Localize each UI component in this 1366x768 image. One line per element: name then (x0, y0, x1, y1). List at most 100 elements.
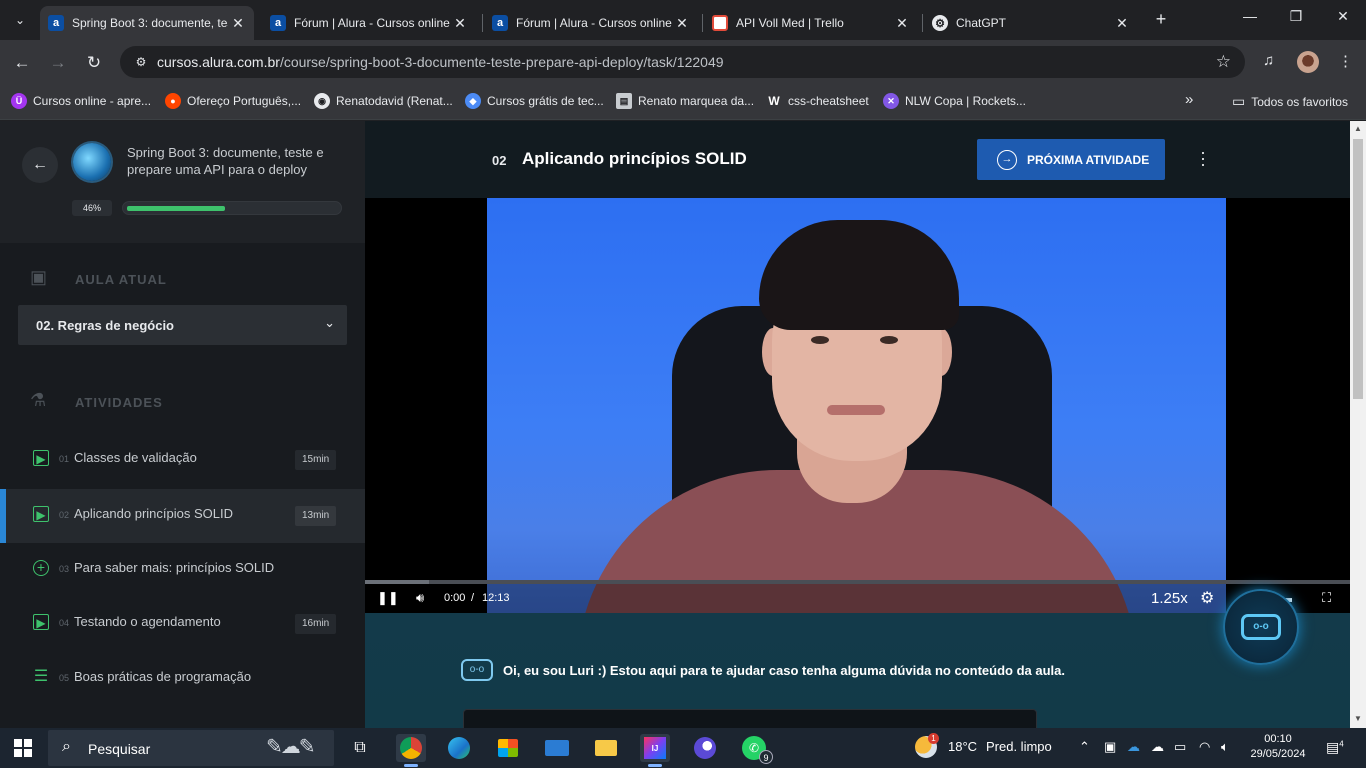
task-view-icon[interactable]: ⧉ (345, 734, 375, 762)
udemy-icon: Ü (11, 93, 27, 109)
activity-item[interactable]: ▶ 04 Testando o agendamento 16min (0, 597, 365, 651)
onedrive-icon[interactable]: ☁ (1127, 739, 1140, 755)
tab-spring-boot[interactable]: a Spring Boot 3: documente, teste e ✕ (40, 6, 254, 40)
presenter-eye (811, 336, 829, 344)
close-window-icon[interactable]: ✕ (1331, 8, 1355, 25)
current-lesson-label: AULA ATUAL (75, 272, 167, 287)
course-title[interactable]: Spring Boot 3: documente, teste e prepar… (127, 144, 337, 178)
back-icon[interactable]: ← (11, 52, 33, 74)
volume-icon[interactable]: 🔊︎ (416, 590, 424, 606)
page-content: ← Spring Boot 3: documente, teste e prep… (0, 121, 1350, 728)
mail-icon[interactable] (542, 734, 572, 762)
bookmark-item[interactable]: ◆ Cursos grátis de tec... (465, 93, 604, 109)
bookmark-star-icon[interactable]: ☆ (1216, 52, 1231, 72)
tab-forum-1[interactable]: a Fórum | Alura - Cursos online de ✕ (262, 6, 476, 40)
cloud-icon[interactable]: ☁ (1151, 739, 1164, 755)
chevron-up-icon[interactable]: ⌃ (1079, 739, 1090, 755)
activity-item[interactable]: ▶ 01 Classes de validação 15min (0, 433, 365, 487)
site-info-icon[interactable]: ⚙ (132, 53, 150, 71)
scroll-thumb[interactable] (1353, 139, 1363, 399)
whatsapp-icon[interactable]: ✆ 9 (739, 734, 773, 764)
url-text[interactable]: cursos.alura.com.br/course/spring-boot-3… (157, 54, 724, 70)
new-tab-button[interactable]: + (1150, 9, 1172, 30)
close-tab-icon[interactable]: ✕ (228, 15, 248, 32)
windows-start-icon[interactable] (14, 739, 32, 757)
file-explorer-icon[interactable] (591, 734, 621, 762)
activity-item-active[interactable]: ▶ 02 Aplicando princípios SOLID 13min (0, 489, 365, 543)
avatar[interactable] (1297, 51, 1319, 73)
intellij-icon[interactable]: IJ (640, 734, 670, 767)
weather-alert-badge: 1 (928, 733, 939, 744)
forward-icon[interactable]: → (47, 52, 69, 74)
fullscreen-icon[interactable]: ⛶ (1322, 590, 1331, 606)
store-icon[interactable] (493, 734, 523, 762)
settings-gear-icon[interactable]: ⚙ (1200, 588, 1214, 608)
drop-icon: ◆ (465, 93, 481, 109)
book-icon: ▣ (30, 267, 48, 287)
bookmark-item[interactable]: ◉ Renatodavid (Renat... (314, 93, 453, 109)
notification-icon[interactable]: ▤4 (1326, 739, 1344, 756)
minimize-icon[interactable]: — (1238, 8, 1262, 24)
app-orb-icon[interactable] (690, 734, 720, 762)
tab-trello[interactable]: API Voll Med | Trello ✕ (704, 6, 918, 40)
chevron-down-icon: ⌄ (324, 315, 335, 330)
address-bar[interactable]: ⚙ cursos.alura.com.br/course/spring-boot… (120, 46, 1245, 78)
bookmark-item[interactable]: Wcss-cheatsheet (766, 93, 868, 109)
tab-search-button[interactable]: ⌄ (8, 8, 32, 32)
bookmark-item[interactable]: ▤ Renato marquea da... (616, 93, 754, 109)
alura-icon: a (48, 15, 64, 31)
tab-strip: ⌄ a Spring Boot 3: documente, teste e ✕ … (0, 0, 1366, 40)
close-tab-icon[interactable]: ✕ (672, 15, 692, 32)
back-to-course-button[interactable]: ← (22, 147, 58, 183)
next-activity-button[interactable]: → PRÓXIMA ATIVIDADE (977, 139, 1165, 180)
media-control-icon[interactable]: ♫ (1263, 52, 1274, 69)
reddit-icon: ● (165, 93, 181, 109)
course-sidebar: ← Spring Boot 3: documente, teste e prep… (0, 121, 365, 728)
pause-icon[interactable]: ❚❚ (377, 590, 399, 606)
taskbar-clock[interactable]: 00:10 29/05/2024 (1248, 732, 1308, 762)
bookmark-item[interactable]: Ü Cursos online - apre... (11, 93, 151, 109)
close-tab-icon[interactable]: ✕ (892, 15, 912, 32)
plus-circle-icon: + (33, 560, 49, 576)
bookmark-item[interactable]: ● Ofereço Português,... (165, 93, 301, 109)
activity-item[interactable]: + 03 Para saber mais: princípios SOLID (0, 543, 365, 597)
menu-kebab-icon[interactable]: ⋮ (1338, 52, 1353, 70)
tab-forum-2[interactable]: a Fórum | Alura - Cursos online de ✕ (484, 6, 698, 40)
luri-bot-icon: o-o (461, 659, 493, 681)
restore-icon[interactable]: ❐ (1284, 8, 1308, 25)
all-favorites-folder[interactable]: ▭ Todos os favoritos (1232, 93, 1348, 110)
luri-chat-input[interactable] (463, 709, 1037, 728)
duration-badge: 16min (295, 614, 337, 634)
wifi-icon[interactable]: ◠ (1199, 739, 1210, 755)
battery-icon[interactable]: ▭ (1174, 739, 1186, 755)
close-tab-icon[interactable]: ✕ (1112, 15, 1132, 32)
reload-icon[interactable]: ↻ (83, 52, 105, 74)
video-icon: ▶ (33, 450, 49, 466)
luri-chat-button[interactable]: o-o (1223, 589, 1299, 665)
weather-temp[interactable]: 18°C (948, 739, 977, 754)
bookmark-item[interactable]: ✕ NLW Copa | Rockets... (883, 93, 1026, 109)
lesson-dropdown[interactable]: 02. Regras de negócio ⌄ (18, 305, 347, 345)
playback-speed[interactable]: 1.25x (1151, 590, 1188, 607)
speaker-icon[interactable]: 🔈︎ (1221, 739, 1229, 755)
page-scrollbar[interactable]: ▲ ▼ (1350, 121, 1366, 728)
scroll-up-icon[interactable]: ▲ (1353, 124, 1363, 133)
lesson-menu-icon[interactable]: · · · (1198, 143, 1208, 173)
camera-icon[interactable]: ▣ (1104, 739, 1116, 755)
presenter-mouth (827, 405, 885, 415)
more-bookmarks-button[interactable]: » (1185, 91, 1193, 108)
tab-chatgpt[interactable]: ⚙ ChatGPT ✕ (924, 6, 1138, 40)
chatgpt-icon: ⚙ (932, 15, 948, 31)
w-icon: W (768, 94, 780, 108)
activity-item[interactable]: ☰ 05 Boas práticas de programação (0, 652, 365, 706)
course-header: ← Spring Boot 3: documente, teste e prep… (0, 121, 365, 243)
taskbar-search[interactable]: ⌕ Pesquisar ✎☁✎ (48, 730, 334, 766)
scroll-down-icon[interactable]: ▼ (1353, 714, 1363, 723)
edge-icon[interactable] (444, 734, 474, 762)
bookmarks-bar: Ü Cursos online - apre... ● Ofereço Portug… (0, 85, 1366, 120)
weather-desc[interactable]: Pred. limpo (986, 739, 1052, 754)
presenter-hair (759, 220, 959, 330)
video-player[interactable]: ❚❚ 🔊︎ 0:00 / 12:13 1.25x ⚙ ▭ ▬ ⛶ (365, 198, 1350, 613)
chrome-icon[interactable] (396, 734, 426, 767)
close-tab-icon[interactable]: ✕ (450, 15, 470, 32)
